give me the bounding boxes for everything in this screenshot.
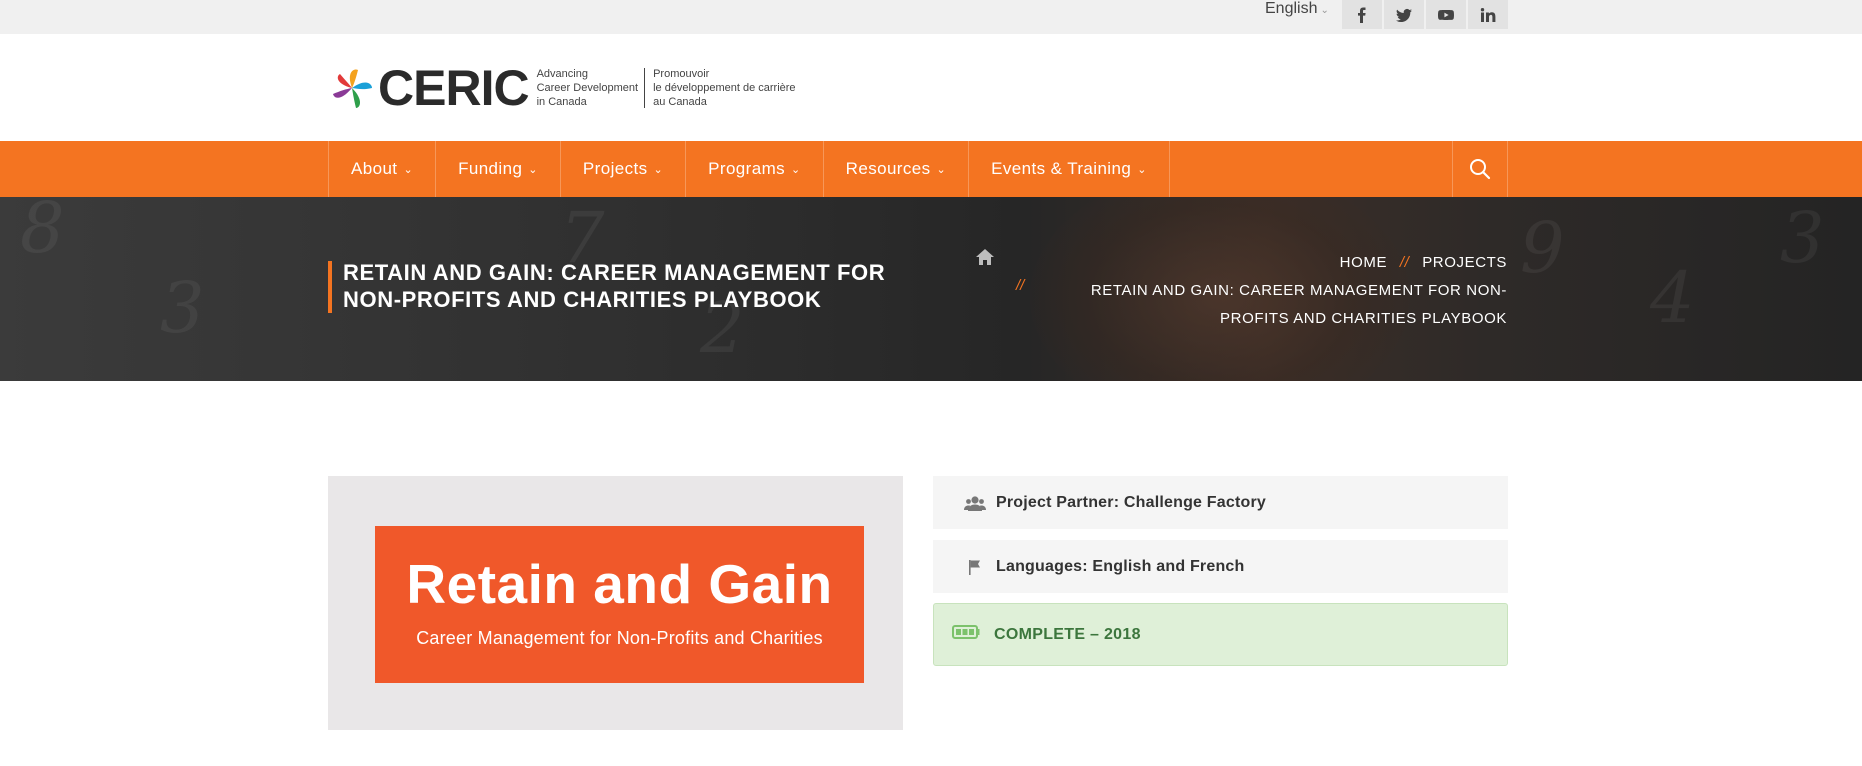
- logo-wordmark: CERIC: [378, 60, 530, 116]
- status-text: COMPLETE – 2018: [994, 625, 1141, 643]
- chevron-down-icon: ⌄: [653, 163, 664, 176]
- twitter-icon[interactable]: [1384, 0, 1424, 29]
- language-selector[interactable]: English ⌄: [1265, 0, 1329, 20]
- ceric-star-logo-icon: [333, 69, 372, 108]
- chevron-down-icon: ⌄: [936, 163, 947, 176]
- nav-item-projects[interactable]: Projects ⌄: [561, 141, 687, 197]
- tagline-divider: [644, 68, 646, 108]
- chevron-down-icon: ⌄: [1137, 163, 1147, 176]
- breadcrumb-current: RETAIN AND GAIN: CAREER MANAGEMENT FOR N…: [1090, 282, 1507, 299]
- status-badge: COMPLETE – 2018: [933, 603, 1508, 666]
- progress-battery-icon: [952, 625, 980, 639]
- tagline-french: Promouvoir le développement de carrière …: [653, 68, 796, 108]
- project-cover-image: Retain and Gain Career Management for No…: [375, 526, 864, 683]
- chevron-down-icon: ⌄: [1320, 5, 1329, 16]
- top-bar: English ⌄: [0, 0, 1862, 34]
- chevron-down-icon: ⌄: [528, 163, 538, 176]
- chevron-down-icon: ⌄: [403, 163, 414, 176]
- nav-item-funding[interactable]: Funding ⌄: [436, 141, 561, 197]
- chevron-down-icon: ⌄: [791, 163, 801, 176]
- project-partner-box: Project Partner: Challenge Factory: [933, 476, 1508, 529]
- main-navigation: About ⌄ Funding ⌄ Projects ⌄ Programs ⌄ Reso…: [0, 141, 1862, 197]
- page-hero-banner: 8 3 7 2 9 4 3 RETAIN AND GAIN: CAREER MA…: [0, 197, 1862, 381]
- languages-text: Languages: English and French: [996, 557, 1245, 575]
- tagline-english: Advancing Career Development in Canada: [536, 68, 639, 108]
- cover-headline: Retain and Gain: [406, 553, 833, 615]
- youtube-icon[interactable]: [1426, 0, 1466, 29]
- flag-icon: [969, 559, 980, 575]
- breadcrumb-home-link[interactable]: HOME: [1340, 254, 1387, 271]
- linkedin-icon[interactable]: [1468, 0, 1508, 29]
- breadcrumb-separator: //: [1016, 277, 1025, 294]
- languages-box: Languages: English and French: [933, 540, 1508, 593]
- nav-item-events-training[interactable]: Events & Training ⌄: [969, 141, 1170, 197]
- title-accent-bar: [328, 261, 332, 313]
- breadcrumb: HOME // PROJECTS RETAIN AND GAIN: CAREER…: [947, 249, 1507, 333]
- language-label: English: [1265, 0, 1318, 17]
- nav-item-programs[interactable]: Programs ⌄: [686, 141, 824, 197]
- search-button[interactable]: [1452, 141, 1508, 197]
- breadcrumb-current-cont: PROFITS AND CHARITIES PLAYBOOK: [1220, 310, 1507, 327]
- breadcrumb-separator: //: [1399, 254, 1410, 271]
- site-logo[interactable]: CERIC Advancing Career Development in Ca…: [328, 62, 796, 114]
- users-icon: [964, 495, 986, 511]
- nav-item-about[interactable]: About ⌄: [329, 141, 437, 197]
- cover-subhead: Career Management for Non-Profits and Ch…: [416, 628, 823, 648]
- site-header: CERIC Advancing Career Development in Ca…: [0, 34, 1862, 141]
- facebook-icon[interactable]: [1342, 0, 1382, 29]
- search-icon: [1470, 159, 1491, 180]
- nav-item-resources[interactable]: Resources ⌄: [824, 141, 970, 197]
- breadcrumb-projects-link[interactable]: PROJECTS: [1422, 254, 1507, 271]
- page-title: RETAIN AND GAIN: CAREER MANAGEMENT FOR N…: [343, 260, 886, 312]
- project-partner-text: Project Partner: Challenge Factory: [996, 493, 1266, 511]
